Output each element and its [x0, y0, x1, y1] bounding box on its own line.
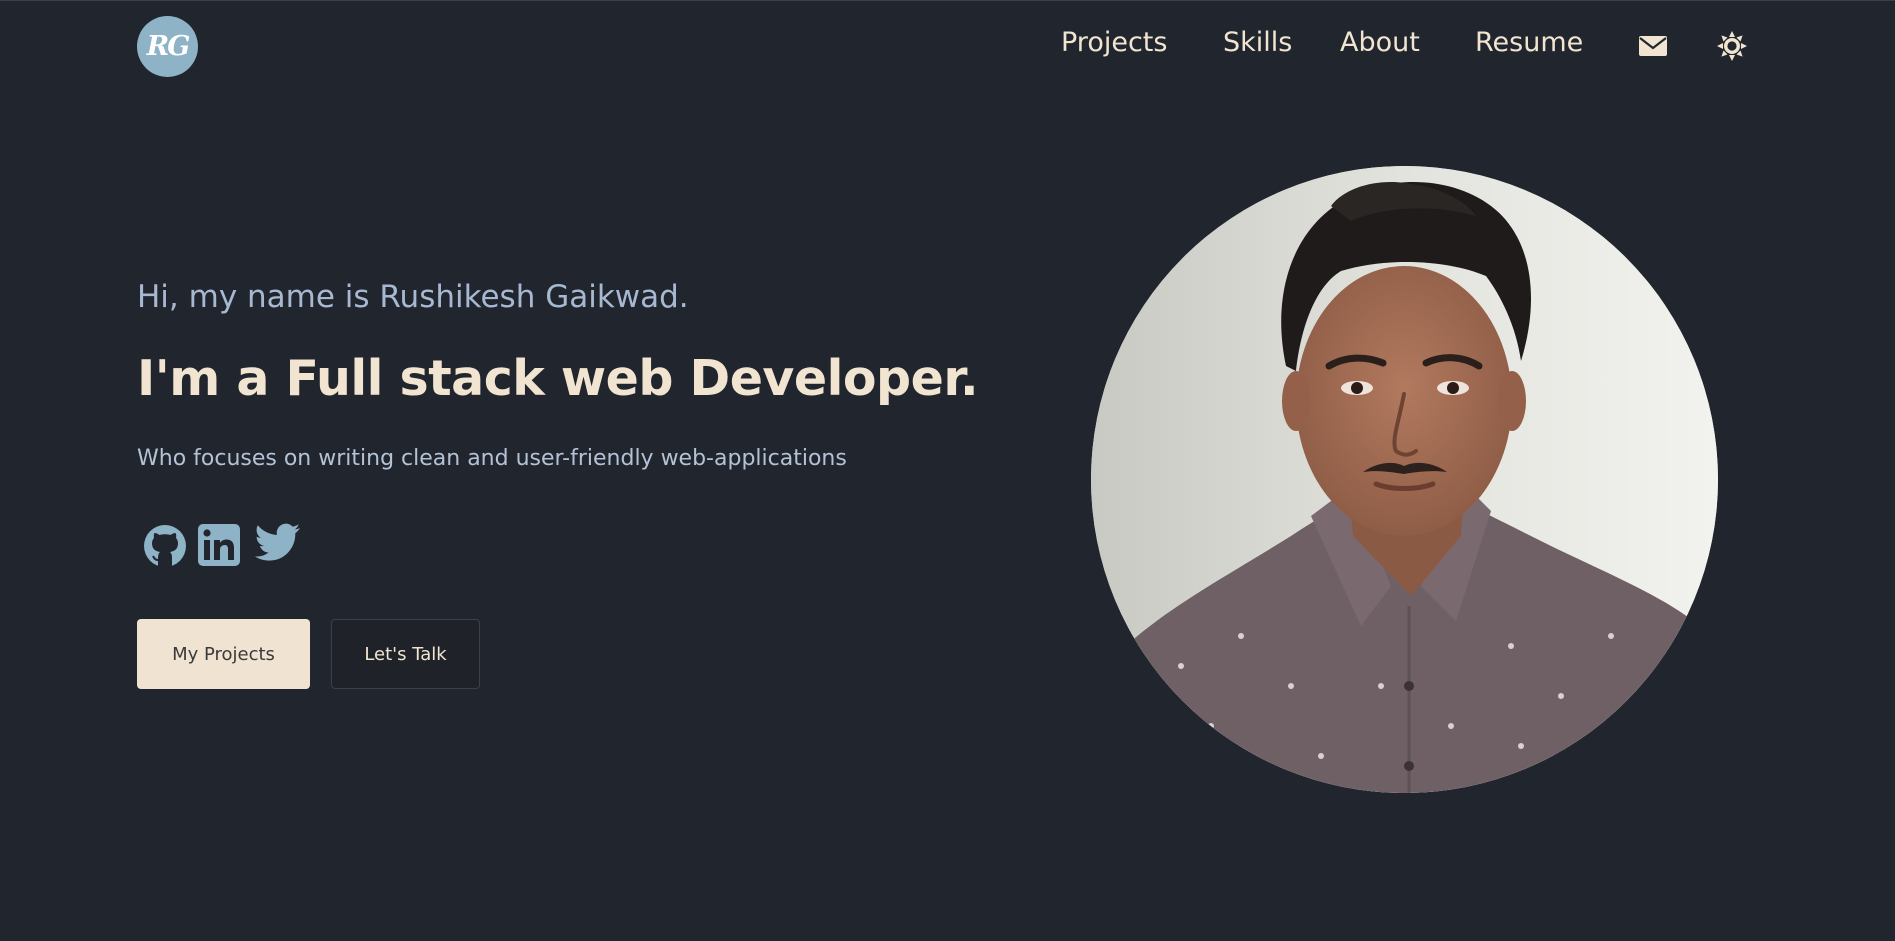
nav-about[interactable]: About: [1340, 27, 1420, 58]
github-icon[interactable]: [142, 523, 188, 569]
nav-resume[interactable]: Resume: [1475, 27, 1583, 58]
nav-projects[interactable]: Projects: [1061, 27, 1167, 58]
my-projects-button[interactable]: My Projects: [137, 619, 310, 689]
hero-tagline: Who focuses on writing clean and user-fr…: [137, 446, 847, 471]
profile-photo: [1091, 166, 1718, 793]
linkedin-icon[interactable]: [197, 523, 243, 569]
top-nav: Projects Skills About Resume: [0, 23, 1895, 67]
lets-talk-label: Let's Talk: [364, 643, 447, 665]
twitter-icon[interactable]: [254, 523, 300, 569]
sun-icon[interactable]: [1717, 31, 1747, 61]
my-projects-label: My Projects: [172, 643, 275, 665]
nav-skills[interactable]: Skills: [1223, 27, 1292, 58]
mail-icon[interactable]: [1638, 31, 1668, 61]
hero-headline: I'm a Full stack web Developer.: [137, 350, 979, 407]
hero-greeting: Hi, my name is Rushikesh Gaikwad.: [137, 279, 689, 315]
portfolio-page: RG Projects Skills About Resume Hi, my n…: [0, 0, 1895, 941]
lets-talk-button[interactable]: Let's Talk: [331, 619, 480, 689]
